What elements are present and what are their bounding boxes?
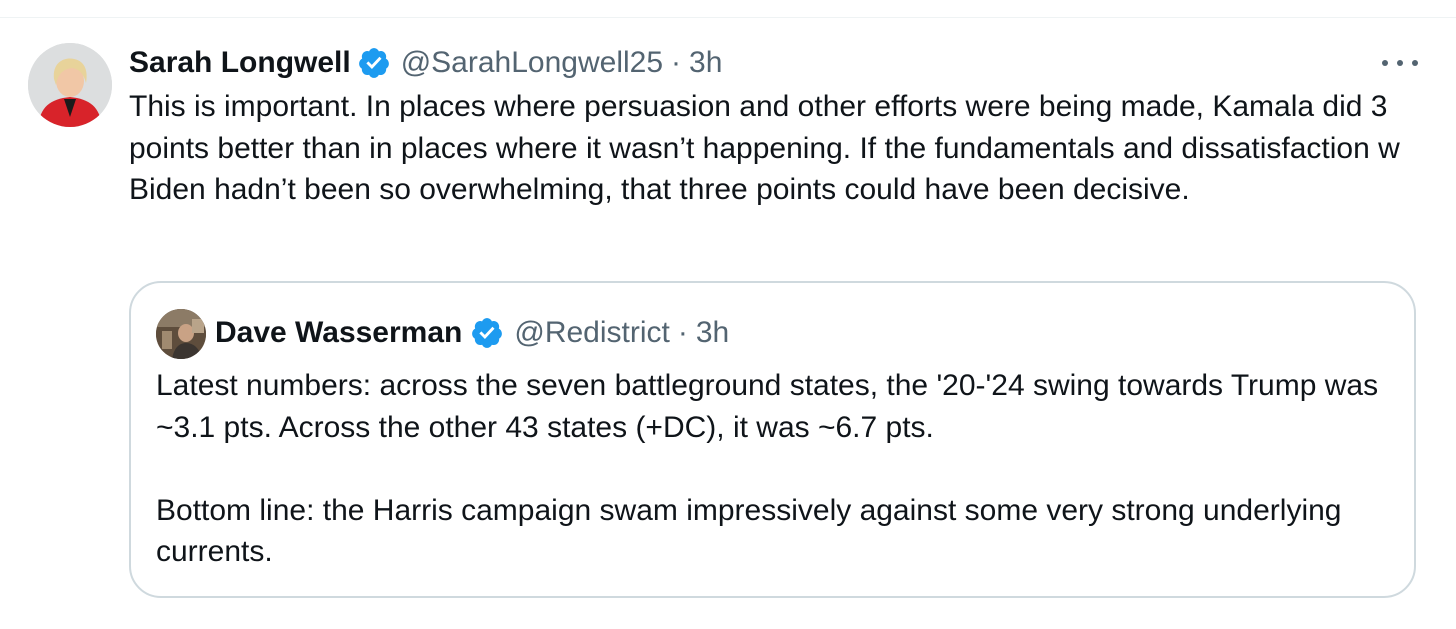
tweet[interactable]: Sarah Longwell @SarahLongwell25 · 3h Thi… — [0, 18, 1456, 629]
author-handle[interactable]: @SarahLongwell25 — [401, 43, 663, 83]
quoted-tweet[interactable]: Dave Wasserman @Redistrict · 3h Latest n… — [129, 281, 1416, 598]
author-avatar-image — [28, 43, 112, 127]
quoted-author-name[interactable]: Dave Wasserman — [215, 311, 462, 355]
more-dot — [1412, 60, 1418, 66]
author-avatar[interactable] — [28, 43, 112, 127]
tweet-header: Sarah Longwell @SarahLongwell25 · 3h — [129, 43, 722, 83]
verified-badge-icon — [358, 48, 389, 78]
quoted-author-avatar[interactable] — [156, 309, 206, 359]
tweet-text: This is important. In places where persu… — [129, 90, 1409, 206]
separator-dot: · — [677, 316, 688, 349]
quoted-author-handle[interactable]: @Redistrict — [514, 311, 669, 355]
quoted-timestamp[interactable]: 3h — [696, 311, 729, 355]
more-dot — [1397, 60, 1403, 66]
timestamp[interactable]: 3h — [689, 43, 722, 83]
verified-badge-icon — [472, 318, 503, 348]
separator-dot: · — [671, 46, 682, 79]
quoted-author-avatar-image — [156, 309, 206, 359]
quoted-tweet-text: Latest numbers: across the seven battleg… — [156, 369, 1379, 568]
author-name[interactable]: Sarah Longwell — [129, 43, 351, 83]
more-dot — [1382, 60, 1388, 66]
more-options-icon[interactable] — [1382, 53, 1418, 73]
quoted-tweet-header: Dave Wasserman @Redistrict · 3h — [215, 311, 729, 355]
